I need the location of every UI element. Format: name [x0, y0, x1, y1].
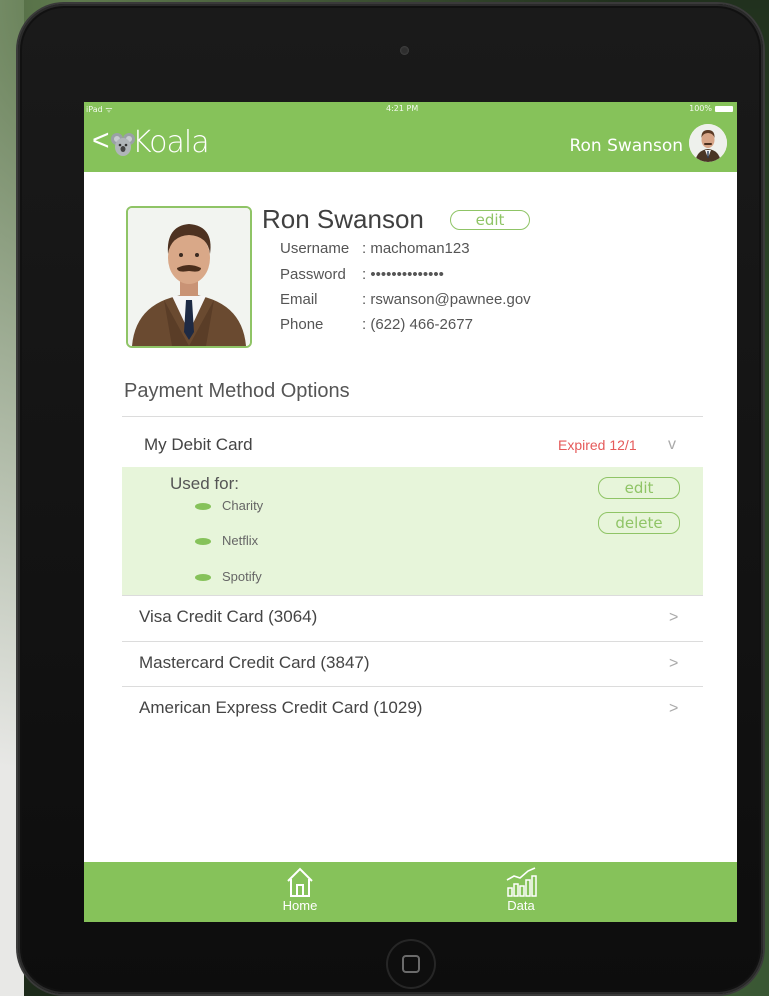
edit-profile-button[interactable]: edit [450, 210, 530, 230]
divider [122, 595, 703, 596]
device-home-button[interactable] [386, 939, 436, 989]
divider [122, 416, 703, 417]
debit-card-row[interactable]: My Debit Card [144, 435, 253, 455]
divider [122, 641, 703, 642]
app-logo: Koala [110, 125, 210, 160]
camera-dot [400, 46, 409, 55]
avatar-portrait [689, 124, 727, 162]
back-button[interactable]: < [92, 126, 110, 156]
tab-data-label: Data [507, 898, 535, 913]
expired-badge: Expired 12/1 [558, 437, 637, 453]
chevron-right-icon[interactable]: > [669, 609, 678, 627]
battery-icon [715, 105, 733, 112]
phone-row: Phone : (622) 466-2677 [280, 316, 473, 333]
used-for-item: Netflix [222, 533, 259, 548]
profile-name: Ron Swanson [262, 204, 424, 234]
email-value: : rswanson@pawnee.gov [362, 291, 531, 308]
profile-portrait [128, 208, 250, 346]
bottom-tab-bar: Home Data [84, 862, 737, 922]
leaf-icon [195, 538, 211, 545]
payment-section-title: Payment Method Options [124, 380, 350, 402]
username-value: : machoman123 [362, 240, 470, 257]
tab-home-label: Home [282, 898, 318, 913]
tab-data[interactable]: Data [481, 866, 561, 913]
nav-user-name[interactable]: Ron Swanson [569, 136, 683, 156]
used-for-item: Charity [222, 498, 264, 513]
app-name: Koala [132, 125, 210, 160]
profile-photo [126, 206, 252, 348]
leaf-icon [195, 574, 211, 581]
chevron-down-icon[interactable]: v [668, 436, 676, 454]
chart-icon [506, 867, 537, 897]
password-label: Password [280, 266, 346, 283]
leaf-icon [195, 503, 211, 510]
edit-card-button[interactable]: edit [598, 477, 680, 499]
used-for-label: Used for: [170, 474, 239, 493]
phone-label: Phone [280, 316, 324, 333]
home-square-icon [402, 955, 420, 973]
mastercard-row[interactable]: Mastercard Credit Card (3847) [139, 653, 370, 673]
delete-card-button[interactable]: delete [598, 512, 680, 534]
phone-value: : (622) 466-2677 [362, 316, 473, 333]
tab-home[interactable]: Home [260, 866, 340, 913]
username-label: Username [280, 240, 350, 257]
tablet-frame: iPad ᯤ 4:21 PM 100% < Koala Ron Swanson … [18, 4, 763, 994]
app-screen: iPad ᯤ 4:21 PM 100% < Koala Ron Swanson … [84, 102, 737, 922]
top-nav-bar: < Koala Ron Swanson [84, 116, 737, 172]
battery-indicator: 100% [689, 104, 733, 113]
battery-text: 100% [689, 104, 712, 113]
status-bar: iPad ᯤ 4:21 PM 100% [84, 102, 737, 116]
visa-card-row[interactable]: Visa Credit Card (3064) [139, 607, 317, 627]
divider [122, 686, 703, 687]
clock-text: 4:21 PM [386, 104, 419, 113]
password-value: : •••••••••••••• [362, 266, 444, 283]
carrier-text: iPad ᯤ [86, 105, 113, 114]
amex-card-row[interactable]: American Express Credit Card (1029) [139, 698, 422, 718]
chevron-right-icon[interactable]: > [669, 700, 678, 718]
used-for-item: Spotify [222, 569, 262, 584]
home-icon [287, 867, 313, 897]
email-label: Email [280, 291, 318, 308]
username-row: Username : machoman123 [280, 240, 470, 257]
chevron-right-icon[interactable]: > [669, 655, 678, 673]
password-row: Password : •••••••••••••• [280, 266, 444, 283]
email-row: Email : rswanson@pawnee.gov [280, 291, 531, 308]
nav-avatar[interactable] [689, 124, 727, 162]
